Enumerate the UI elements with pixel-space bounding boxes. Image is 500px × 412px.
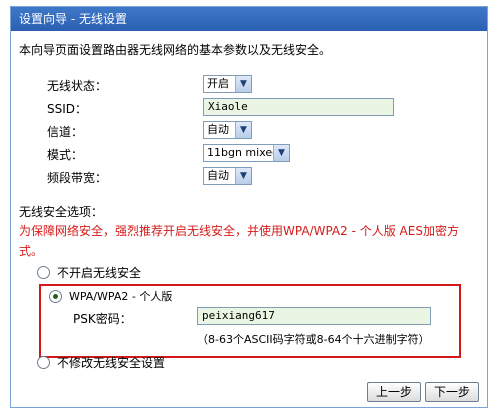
mode-select[interactable]: 11bgn mixed ▼ [203, 144, 290, 162]
bandwidth-select-value: 自动 [207, 169, 229, 182]
security-section-label: 无线安全选项： [19, 205, 104, 219]
psk-label: PSK密码： [73, 312, 132, 326]
bandwidth-select[interactable]: 自动 ▼ [203, 167, 252, 185]
status-select[interactable]: 开启 ▼ [203, 75, 252, 93]
window-title: 设置向导 - 无线设置 [11, 7, 487, 31]
option-keep-security-label[interactable]: 不修改无线安全设置 [57, 354, 165, 371]
psk-hint: （8-63个ASCII码字符或8-64个十六进制字符） [197, 333, 430, 346]
option-wpa-label[interactable]: WPA/WPA2 - 个人版 [69, 288, 172, 304]
chevron-down-icon: ▼ [235, 168, 251, 184]
security-warning: 为保障网络安全，强烈推荐开启无线安全，并使用WPA/WPA2 - 个人版 AES… [19, 224, 459, 258]
next-button[interactable]: 下一步 [425, 382, 479, 402]
status-select-value: 开启 [207, 77, 229, 90]
ssid-input[interactable]: Xiaole [203, 98, 394, 116]
radio-icon[interactable] [37, 266, 50, 279]
channel-label: 信道： [47, 125, 84, 139]
option-no-security-label[interactable]: 不开启无线安全 [57, 264, 141, 281]
mode-select-value: 11bgn mixed [207, 146, 280, 159]
psk-password-input[interactable]: peixiang617 [197, 307, 431, 325]
wizard-window: 设置向导 - 无线设置 本向导页面设置路由器无线网络的基本参数以及无线安全。 无… [10, 6, 488, 408]
status-label: 无线状态： [47, 79, 108, 93]
channel-select[interactable]: 自动 ▼ [203, 121, 252, 139]
prev-button[interactable]: 上一步 [367, 382, 421, 402]
ssid-label: SSID： [47, 102, 88, 116]
channel-select-value: 自动 [207, 123, 229, 136]
chevron-down-icon: ▼ [235, 122, 251, 138]
mode-label: 模式： [47, 148, 84, 162]
chevron-down-icon: ▼ [273, 145, 289, 161]
bandwidth-label: 频段带宽： [47, 171, 108, 185]
intro-text: 本向导页面设置路由器无线网络的基本参数以及无线安全。 [19, 43, 332, 57]
radio-icon[interactable] [37, 356, 50, 369]
chevron-down-icon: ▼ [235, 76, 251, 92]
radio-icon[interactable] [49, 290, 62, 303]
